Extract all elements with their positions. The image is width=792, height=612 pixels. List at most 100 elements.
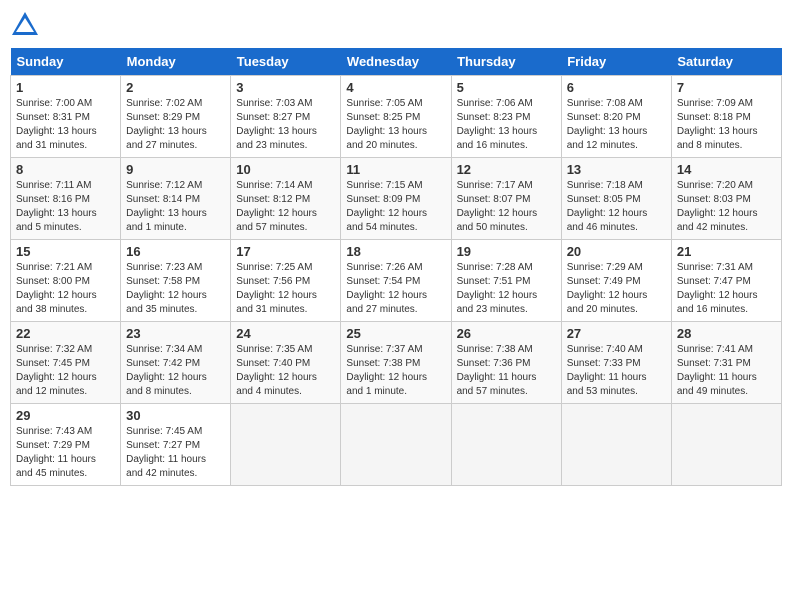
calendar-day-cell: 25 Sunrise: 7:37 AM Sunset: 7:38 PM Dayl…: [341, 322, 451, 404]
day-info: Sunrise: 7:37 AM Sunset: 7:38 PM Dayligh…: [346, 343, 445, 399]
calendar-day-cell: 17 Sunrise: 7:25 AM Sunset: 7:56 PM Dayl…: [231, 240, 341, 322]
calendar-week-row: 1 Sunrise: 7:00 AM Sunset: 8:31 PM Dayli…: [11, 76, 782, 158]
day-info: Sunrise: 7:25 AM Sunset: 7:56 PM Dayligh…: [236, 261, 335, 317]
calendar-day-cell: 18 Sunrise: 7:26 AM Sunset: 7:54 PM Dayl…: [341, 240, 451, 322]
calendar-day-cell: 9 Sunrise: 7:12 AM Sunset: 8:14 PM Dayli…: [121, 158, 231, 240]
day-info: Sunrise: 7:31 AM Sunset: 7:47 PM Dayligh…: [677, 261, 776, 317]
day-number: 29: [16, 408, 115, 423]
calendar-day-cell: 23 Sunrise: 7:34 AM Sunset: 7:42 PM Dayl…: [121, 322, 231, 404]
day-number: 2: [126, 80, 225, 95]
calendar-day-cell: 28 Sunrise: 7:41 AM Sunset: 7:31 PM Dayl…: [671, 322, 781, 404]
day-info: Sunrise: 7:14 AM Sunset: 8:12 PM Dayligh…: [236, 179, 335, 235]
calendar-day-cell: 12 Sunrise: 7:17 AM Sunset: 8:07 PM Dayl…: [451, 158, 561, 240]
calendar-day-cell: 10 Sunrise: 7:14 AM Sunset: 8:12 PM Dayl…: [231, 158, 341, 240]
day-number: 16: [126, 244, 225, 259]
calendar-day-cell: 30 Sunrise: 7:45 AM Sunset: 7:27 PM Dayl…: [121, 404, 231, 486]
header-day: Wednesday: [341, 48, 451, 76]
header-day: Saturday: [671, 48, 781, 76]
day-info: Sunrise: 7:45 AM Sunset: 7:27 PM Dayligh…: [126, 425, 225, 481]
calendar-week-row: 22 Sunrise: 7:32 AM Sunset: 7:45 PM Dayl…: [11, 322, 782, 404]
day-info: Sunrise: 7:23 AM Sunset: 7:58 PM Dayligh…: [126, 261, 225, 317]
calendar-day-cell: 21 Sunrise: 7:31 AM Sunset: 7:47 PM Dayl…: [671, 240, 781, 322]
day-info: Sunrise: 7:40 AM Sunset: 7:33 PM Dayligh…: [567, 343, 666, 399]
calendar-day-cell: 22 Sunrise: 7:32 AM Sunset: 7:45 PM Dayl…: [11, 322, 121, 404]
day-number: 5: [457, 80, 556, 95]
day-info: Sunrise: 7:20 AM Sunset: 8:03 PM Dayligh…: [677, 179, 776, 235]
day-info: Sunrise: 7:03 AM Sunset: 8:27 PM Dayligh…: [236, 97, 335, 153]
calendar-week-row: 15 Sunrise: 7:21 AM Sunset: 8:00 PM Dayl…: [11, 240, 782, 322]
header-day: Tuesday: [231, 48, 341, 76]
day-number: 20: [567, 244, 666, 259]
day-number: 4: [346, 80, 445, 95]
calendar-day-cell: 15 Sunrise: 7:21 AM Sunset: 8:00 PM Dayl…: [11, 240, 121, 322]
calendar-day-cell: 8 Sunrise: 7:11 AM Sunset: 8:16 PM Dayli…: [11, 158, 121, 240]
day-number: 15: [16, 244, 115, 259]
calendar-day-cell: 5 Sunrise: 7:06 AM Sunset: 8:23 PM Dayli…: [451, 76, 561, 158]
calendar-day-cell: 3 Sunrise: 7:03 AM Sunset: 8:27 PM Dayli…: [231, 76, 341, 158]
calendar-day-cell: 7 Sunrise: 7:09 AM Sunset: 8:18 PM Dayli…: [671, 76, 781, 158]
day-info: Sunrise: 7:35 AM Sunset: 7:40 PM Dayligh…: [236, 343, 335, 399]
calendar-day-cell: [341, 404, 451, 486]
header-day: Thursday: [451, 48, 561, 76]
day-info: Sunrise: 7:34 AM Sunset: 7:42 PM Dayligh…: [126, 343, 225, 399]
calendar-day-cell: 11 Sunrise: 7:15 AM Sunset: 8:09 PM Dayl…: [341, 158, 451, 240]
day-number: 8: [16, 162, 115, 177]
calendar-day-cell: 16 Sunrise: 7:23 AM Sunset: 7:58 PM Dayl…: [121, 240, 231, 322]
day-number: 7: [677, 80, 776, 95]
day-info: Sunrise: 7:32 AM Sunset: 7:45 PM Dayligh…: [16, 343, 115, 399]
day-info: Sunrise: 7:11 AM Sunset: 8:16 PM Dayligh…: [16, 179, 115, 235]
day-info: Sunrise: 7:17 AM Sunset: 8:07 PM Dayligh…: [457, 179, 556, 235]
header-row: SundayMondayTuesdayWednesdayThursdayFrid…: [11, 48, 782, 76]
day-info: Sunrise: 7:00 AM Sunset: 8:31 PM Dayligh…: [16, 97, 115, 153]
calendar-table: SundayMondayTuesdayWednesdayThursdayFrid…: [10, 48, 782, 486]
day-number: 23: [126, 326, 225, 341]
calendar-week-row: 8 Sunrise: 7:11 AM Sunset: 8:16 PM Dayli…: [11, 158, 782, 240]
day-number: 21: [677, 244, 776, 259]
day-number: 25: [346, 326, 445, 341]
day-number: 3: [236, 80, 335, 95]
day-info: Sunrise: 7:26 AM Sunset: 7:54 PM Dayligh…: [346, 261, 445, 317]
calendar-day-cell: 26 Sunrise: 7:38 AM Sunset: 7:36 PM Dayl…: [451, 322, 561, 404]
day-number: 9: [126, 162, 225, 177]
day-number: 1: [16, 80, 115, 95]
calendar-day-cell: 19 Sunrise: 7:28 AM Sunset: 7:51 PM Dayl…: [451, 240, 561, 322]
day-number: 6: [567, 80, 666, 95]
day-number: 26: [457, 326, 556, 341]
day-info: Sunrise: 7:08 AM Sunset: 8:20 PM Dayligh…: [567, 97, 666, 153]
day-number: 24: [236, 326, 335, 341]
calendar-day-cell: 4 Sunrise: 7:05 AM Sunset: 8:25 PM Dayli…: [341, 76, 451, 158]
day-info: Sunrise: 7:41 AM Sunset: 7:31 PM Dayligh…: [677, 343, 776, 399]
page-header: [10, 10, 782, 40]
logo-icon: [10, 10, 40, 40]
day-number: 13: [567, 162, 666, 177]
day-info: Sunrise: 7:18 AM Sunset: 8:05 PM Dayligh…: [567, 179, 666, 235]
day-info: Sunrise: 7:21 AM Sunset: 8:00 PM Dayligh…: [16, 261, 115, 317]
day-number: 11: [346, 162, 445, 177]
day-info: Sunrise: 7:02 AM Sunset: 8:29 PM Dayligh…: [126, 97, 225, 153]
day-number: 19: [457, 244, 556, 259]
logo: [10, 10, 44, 40]
calendar-day-cell: 27 Sunrise: 7:40 AM Sunset: 7:33 PM Dayl…: [561, 322, 671, 404]
day-number: 28: [677, 326, 776, 341]
calendar-day-cell: 20 Sunrise: 7:29 AM Sunset: 7:49 PM Dayl…: [561, 240, 671, 322]
day-info: Sunrise: 7:29 AM Sunset: 7:49 PM Dayligh…: [567, 261, 666, 317]
calendar-day-cell: 24 Sunrise: 7:35 AM Sunset: 7:40 PM Dayl…: [231, 322, 341, 404]
day-info: Sunrise: 7:28 AM Sunset: 7:51 PM Dayligh…: [457, 261, 556, 317]
header-day: Sunday: [11, 48, 121, 76]
calendar-day-cell: 13 Sunrise: 7:18 AM Sunset: 8:05 PM Dayl…: [561, 158, 671, 240]
calendar-day-cell: 29 Sunrise: 7:43 AM Sunset: 7:29 PM Dayl…: [11, 404, 121, 486]
calendar-day-cell: [451, 404, 561, 486]
calendar-day-cell: 6 Sunrise: 7:08 AM Sunset: 8:20 PM Dayli…: [561, 76, 671, 158]
day-info: Sunrise: 7:06 AM Sunset: 8:23 PM Dayligh…: [457, 97, 556, 153]
day-number: 18: [346, 244, 445, 259]
calendar-day-cell: [231, 404, 341, 486]
calendar-day-cell: 14 Sunrise: 7:20 AM Sunset: 8:03 PM Dayl…: [671, 158, 781, 240]
day-number: 27: [567, 326, 666, 341]
day-number: 17: [236, 244, 335, 259]
calendar-week-row: 29 Sunrise: 7:43 AM Sunset: 7:29 PM Dayl…: [11, 404, 782, 486]
calendar-day-cell: 1 Sunrise: 7:00 AM Sunset: 8:31 PM Dayli…: [11, 76, 121, 158]
day-number: 30: [126, 408, 225, 423]
day-info: Sunrise: 7:43 AM Sunset: 7:29 PM Dayligh…: [16, 425, 115, 481]
day-number: 12: [457, 162, 556, 177]
header-day: Monday: [121, 48, 231, 76]
